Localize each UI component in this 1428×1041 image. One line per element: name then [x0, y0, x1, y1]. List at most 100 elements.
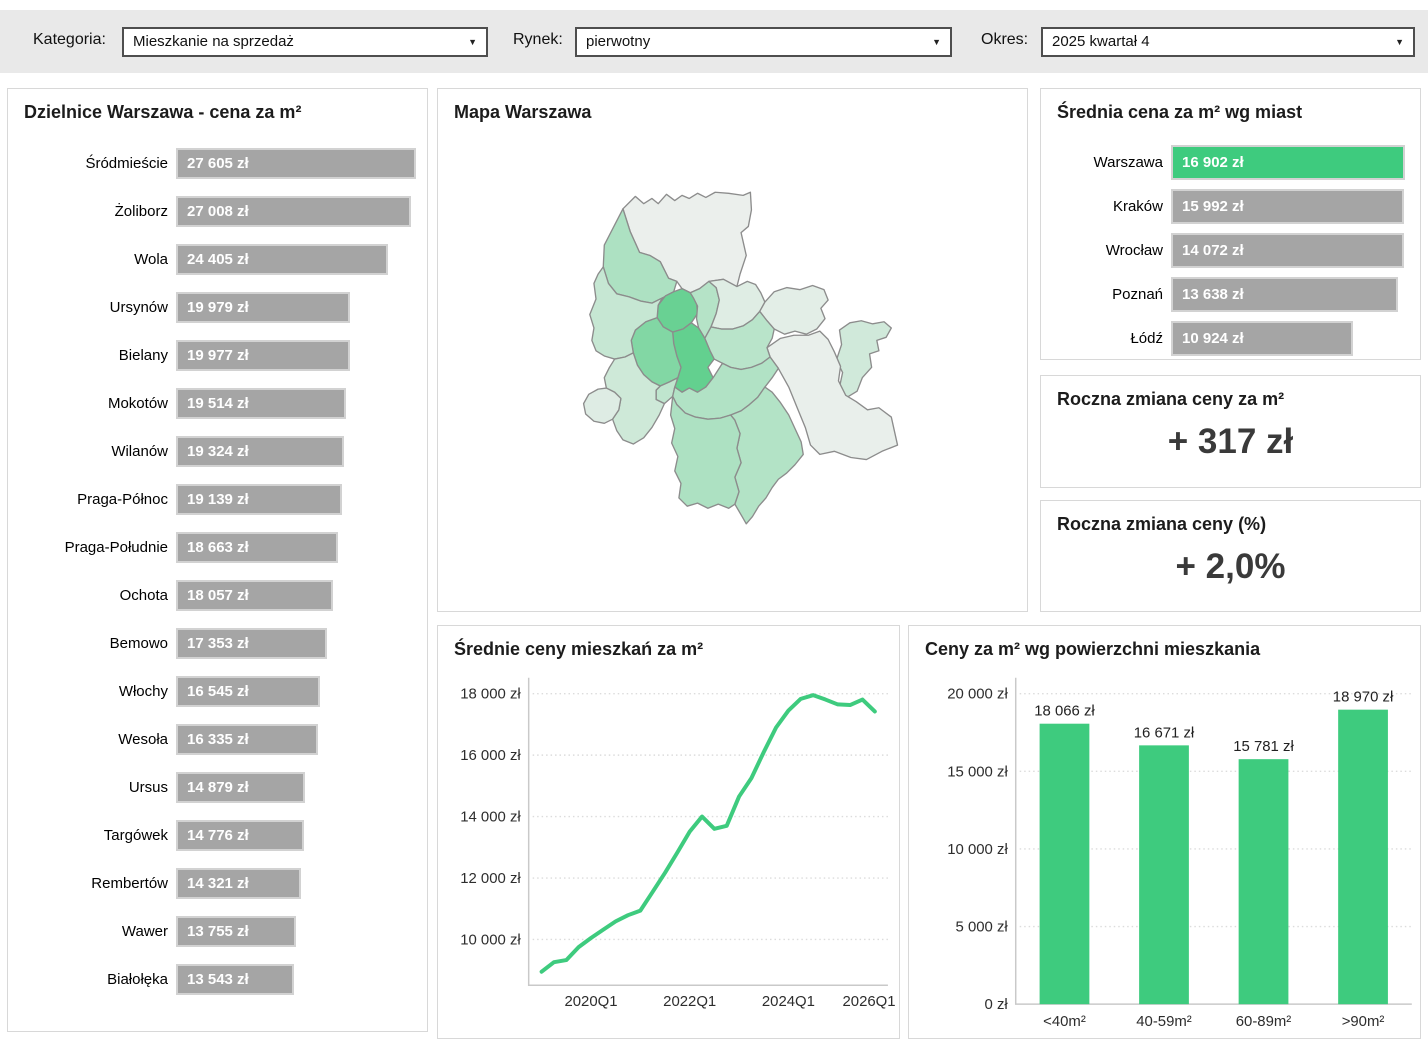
bar-row-włochy: Włochy16 545 zł — [18, 676, 419, 707]
bar-category-label: Wesoła — [18, 731, 176, 748]
bar-40-59m²[interactable] — [1139, 745, 1189, 1004]
bar[interactable]: 10 924 zł — [1171, 321, 1353, 356]
y-axis-tick-label: 5 000 zł — [956, 919, 1009, 936]
x-axis-category-label: 60-89m² — [1236, 1013, 1292, 1030]
bar-category-label: Żoliborz — [18, 203, 176, 220]
bar[interactable]: 19 977 zł — [176, 340, 350, 371]
kategoria-dropdown[interactable]: Mieszkanie na sprzedaż ▼ — [122, 27, 488, 57]
bar-row-ursynów: Ursynów19 979 zł — [18, 292, 419, 323]
bar-row-mokotów: Mokotów19 514 zł — [18, 388, 419, 419]
bar->90m²[interactable] — [1338, 710, 1388, 1005]
bar-row-śródmieście: Śródmieście27 605 zł — [18, 148, 419, 179]
bar-value-label: 27 605 zł — [178, 155, 249, 172]
bar-60-89m²[interactable] — [1239, 759, 1289, 1004]
bar[interactable]: 14 776 zł — [176, 820, 304, 851]
bar-value-label: 13 755 zł — [178, 923, 249, 940]
bar-row-wawer: Wawer13 755 zł — [18, 916, 419, 947]
price-trend-line-chart: 10 000 zł12 000 zł14 000 zł16 000 zł18 0… — [438, 626, 899, 1038]
bar-category-label: Targówek — [18, 827, 176, 844]
okres-value: 2025 kwartał 4 — [1052, 33, 1150, 50]
bar-value-label: 14 072 zł — [1173, 242, 1244, 259]
bar[interactable]: 24 405 zł — [176, 244, 388, 275]
bar-value-label: 16 335 zł — [178, 731, 249, 748]
bar[interactable]: 27 605 zł — [176, 148, 416, 179]
bar[interactable]: 19 979 zł — [176, 292, 350, 323]
bar-value-label: 13 543 zł — [178, 971, 249, 988]
bar[interactable]: 19 514 zł — [176, 388, 346, 419]
bar-row-warszawa: Warszawa16 902 zł — [1051, 145, 1412, 180]
bar-value-label: 18 057 zł — [178, 587, 249, 604]
okres-label: Okres: — [981, 31, 1028, 49]
bar-category-label: Białołęka — [18, 971, 176, 988]
bar-row-kraków: Kraków15 992 zł — [1051, 189, 1412, 224]
bar[interactable]: 13 543 zł — [176, 964, 294, 995]
bar[interactable]: 15 992 zł — [1171, 189, 1404, 224]
rynek-label: Rynek: — [513, 31, 563, 49]
chevron-down-icon: ▼ — [468, 37, 477, 47]
bar[interactable]: 16 335 zł — [176, 724, 318, 755]
warsaw-choropleth-map — [578, 185, 900, 529]
bar-row-bemowo: Bemowo17 353 zł — [18, 628, 419, 659]
bar-category-label: Poznań — [1051, 286, 1171, 303]
y-axis-tick-label: 12 000 zł — [460, 870, 521, 887]
rynek-dropdown[interactable]: pierwotny ▼ — [575, 27, 952, 57]
districts-bar-chart: Śródmieście27 605 zł Żoliborz27 008 zł Wol… — [18, 148, 419, 1012]
bar-value-label: 19 324 zł — [178, 443, 249, 460]
bar-category-label: Wrocław — [1051, 242, 1171, 259]
bar[interactable]: 17 353 zł — [176, 628, 327, 659]
bar-row-ursus: Ursus14 879 zł — [18, 772, 419, 803]
bar[interactable]: 18 057 zł — [176, 580, 333, 611]
kategoria-label: Kategoria: — [33, 31, 106, 49]
bar-row-wrocław: Wrocław14 072 zł — [1051, 233, 1412, 268]
x-axis-tick-label: 2024Q1 — [762, 993, 815, 1010]
bar-row-białołęka: Białołęka13 543 zł — [18, 964, 419, 995]
bar-value-label: 19 139 zł — [178, 491, 249, 508]
bar-value-label: 19 514 zł — [178, 395, 249, 412]
bar-row-żoliborz: Żoliborz27 008 zł — [18, 196, 419, 227]
bar-category-label: Ochota — [18, 587, 176, 604]
y-axis-tick-label: 14 000 zł — [460, 809, 521, 826]
bar[interactable]: 16 902 zł — [1171, 145, 1405, 180]
price-trend-line[interactable] — [542, 695, 875, 972]
okres-dropdown[interactable]: 2025 kwartał 4 ▼ — [1041, 27, 1415, 57]
kpi-title: Roczna zmiana ceny za m² — [1057, 389, 1284, 410]
y-axis-tick-label: 20 000 zł — [947, 686, 1008, 703]
bar[interactable]: 14 321 zł — [176, 868, 301, 899]
price-by-size-panel: Ceny za m² wg powierzchni mieszkania 0 z… — [908, 625, 1421, 1039]
yearly-change-abs-card: Roczna zmiana ceny za m² + 317 zł — [1040, 375, 1421, 488]
bar-value-label: 16 671 zł — [1134, 724, 1195, 741]
bar[interactable]: 14 879 zł — [176, 772, 305, 803]
bar[interactable]: 16 545 zł — [176, 676, 320, 707]
x-axis-category-label: <40m² — [1043, 1013, 1086, 1030]
bar-value-label: 14 321 zł — [178, 875, 249, 892]
kpi-title: Roczna zmiana ceny (%) — [1057, 514, 1266, 535]
bar-value-label: 18 970 zł — [1333, 689, 1394, 706]
y-axis-tick-label: 10 000 zł — [947, 841, 1008, 858]
district-shape-wesoła[interactable] — [836, 321, 891, 398]
bar-<40m²[interactable] — [1040, 724, 1090, 1004]
bar-category-label: Bielany — [18, 347, 176, 364]
bar-value-label: 15 781 zł — [1233, 738, 1294, 755]
bar[interactable]: 27 008 zł — [176, 196, 411, 227]
y-axis-tick-label: 0 zł — [985, 996, 1009, 1013]
bar-category-label: Łódź — [1051, 330, 1171, 347]
bar-row-poznań: Poznań13 638 zł — [1051, 277, 1412, 312]
y-axis-tick-label: 10 000 zł — [460, 931, 521, 948]
bar-value-label: 15 992 zł — [1173, 198, 1244, 215]
bar-category-label: Włochy — [18, 683, 176, 700]
x-axis-tick-label: 2020Q1 — [564, 993, 617, 1010]
bar-value-label: 19 979 zł — [178, 299, 249, 316]
bar[interactable]: 19 324 zł — [176, 436, 344, 467]
bar-category-label: Wilanów — [18, 443, 176, 460]
bar-category-label: Wola — [18, 251, 176, 268]
bar[interactable]: 18 663 zł — [176, 532, 338, 563]
x-axis-tick-label: 2022Q1 — [663, 993, 716, 1010]
bar-value-label: 19 977 zł — [178, 347, 249, 364]
bar[interactable]: 14 072 zł — [1171, 233, 1404, 268]
bar-row-wola: Wola24 405 zł — [18, 244, 419, 275]
bar-value-label: 14 776 zł — [178, 827, 249, 844]
bar[interactable]: 19 139 zł — [176, 484, 342, 515]
bar[interactable]: 13 638 zł — [1171, 277, 1398, 312]
bar-value-label: 16 545 zł — [178, 683, 249, 700]
bar[interactable]: 13 755 zł — [176, 916, 296, 947]
